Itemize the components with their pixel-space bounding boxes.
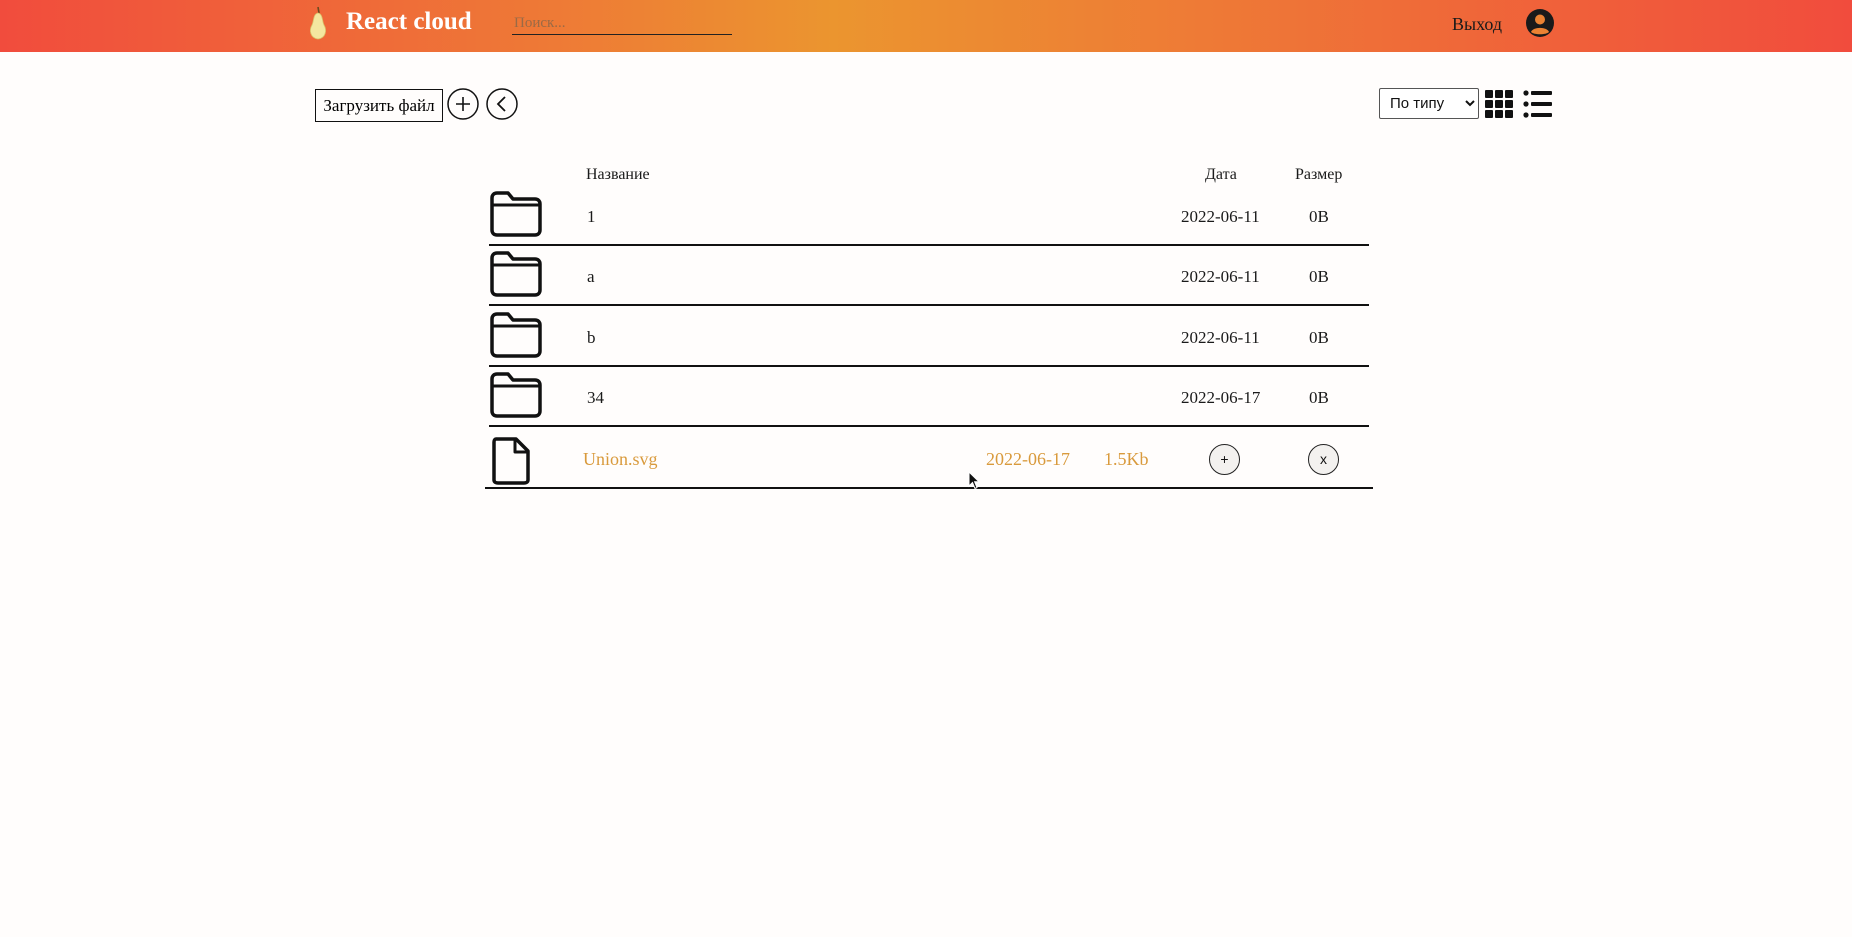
column-header-date: Дата: [1205, 166, 1237, 183]
logout-link[interactable]: Выход: [1452, 14, 1502, 35]
folder-name: b: [587, 328, 596, 347]
folder-date: 2022-06-11: [1181, 328, 1260, 347]
folder-icon: [490, 372, 542, 418]
folder-row[interactable]: 34 2022-06-17 0B: [489, 369, 1369, 427]
folder-size: 0B: [1309, 267, 1329, 286]
folder-date: 2022-06-17: [1181, 388, 1261, 407]
folder-row[interactable]: b 2022-06-11 0B: [489, 309, 1369, 367]
folder-size: 0B: [1309, 388, 1329, 407]
upload-file-button[interactable]: Загрузить файл: [315, 89, 443, 122]
file-row[interactable]: Union.svg 2022-06-17 1.5Kb + x: [485, 428, 1373, 489]
download-button[interactable]: +: [1209, 444, 1240, 475]
top-header: React cloud Выход: [0, 0, 1852, 52]
column-header-name: Название: [586, 166, 650, 183]
file-icon: [492, 437, 530, 485]
folder-name: 1: [587, 207, 596, 226]
column-header-size: Размер: [1295, 166, 1343, 183]
folder-icon: [490, 251, 542, 297]
app-title[interactable]: React cloud: [346, 8, 472, 36]
folder-date: 2022-06-11: [1181, 207, 1260, 226]
folder-icon: [490, 191, 542, 237]
folder-name: 34: [587, 388, 604, 407]
folder-size: 0B: [1309, 328, 1329, 347]
list-icon[interactable]: [1523, 89, 1553, 119]
folder-icon: [490, 312, 542, 358]
folder-name: a: [587, 267, 595, 286]
sort-select[interactable]: По типу: [1379, 88, 1479, 119]
back-chevron-left-circle-icon[interactable]: [486, 88, 518, 120]
search-input[interactable]: [512, 13, 732, 35]
delete-button[interactable]: x: [1308, 444, 1339, 475]
user-circle-icon[interactable]: [1525, 8, 1555, 38]
folder-date: 2022-06-11: [1181, 267, 1260, 286]
file-size: 1.5Kb: [1104, 449, 1149, 469]
folder-row[interactable]: 1 2022-06-11 0B: [489, 188, 1369, 246]
file-name[interactable]: Union.svg: [583, 449, 658, 470]
mouse-cursor-icon: [968, 471, 980, 490]
create-folder-plus-circle-icon[interactable]: [447, 88, 479, 120]
grid-icon[interactable]: [1484, 89, 1514, 119]
file-date: 2022-06-17: [986, 449, 1070, 469]
folder-row[interactable]: a 2022-06-11 0B: [489, 248, 1369, 306]
pear-icon[interactable]: [303, 5, 333, 41]
folder-size: 0B: [1309, 207, 1329, 226]
